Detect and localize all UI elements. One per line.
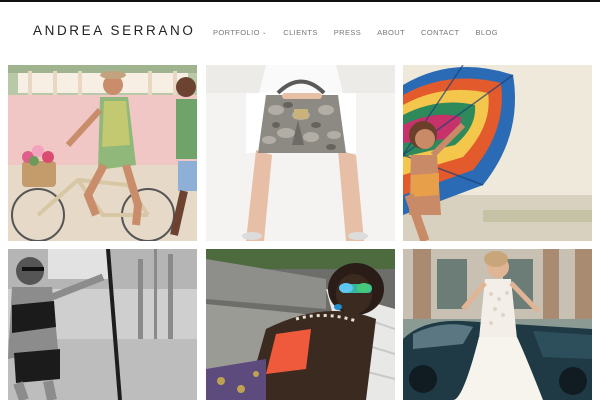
nav-blog[interactable]: BLOG <box>476 28 498 37</box>
swimsuit-photo <box>8 249 197 400</box>
nav-blog-label: BLOG <box>475 28 498 37</box>
gallery-tile-handbag[interactable] <box>206 65 395 241</box>
nav-about-label: ABOUT <box>377 28 406 37</box>
main-nav: PORTFOLIO ⌄ CLIENTS PRESS ABOUT CONTACT … <box>213 28 498 37</box>
nav-press[interactable]: PRESS <box>334 28 361 37</box>
bride-photo <box>403 249 592 400</box>
sunglasses-photo <box>206 249 395 400</box>
nav-portfolio-label: PORTFOLIO <box>213 28 260 37</box>
nav-portfolio[interactable]: PORTFOLIO ⌄ <box>213 28 267 37</box>
nav-clients-label: CLIENTS <box>283 28 318 37</box>
gallery-tile-bicycles[interactable] <box>8 65 197 241</box>
gallery-tile-sunglasses[interactable] <box>206 249 395 400</box>
nav-contact[interactable]: CONTACT <box>421 28 460 37</box>
site-header: ANDREA SERRANO PORTFOLIO ⌄ CLIENTS PRESS… <box>0 2 600 64</box>
bicycles-photo <box>8 65 197 241</box>
site-logo[interactable]: ANDREA SERRANO <box>33 23 195 38</box>
portfolio-grid <box>8 65 592 400</box>
nav-clients[interactable]: CLIENTS <box>283 28 317 37</box>
gallery-tile-swimsuit[interactable] <box>8 249 197 400</box>
nav-contact-label: CONTACT <box>421 28 460 37</box>
gallery-tile-umbrella[interactable] <box>403 65 592 241</box>
gallery-tile-bride[interactable] <box>403 249 592 400</box>
handbag-photo <box>206 65 395 241</box>
nav-press-label: PRESS <box>333 28 362 37</box>
nav-about[interactable]: ABOUT <box>377 28 405 37</box>
umbrella-photo <box>403 65 592 241</box>
